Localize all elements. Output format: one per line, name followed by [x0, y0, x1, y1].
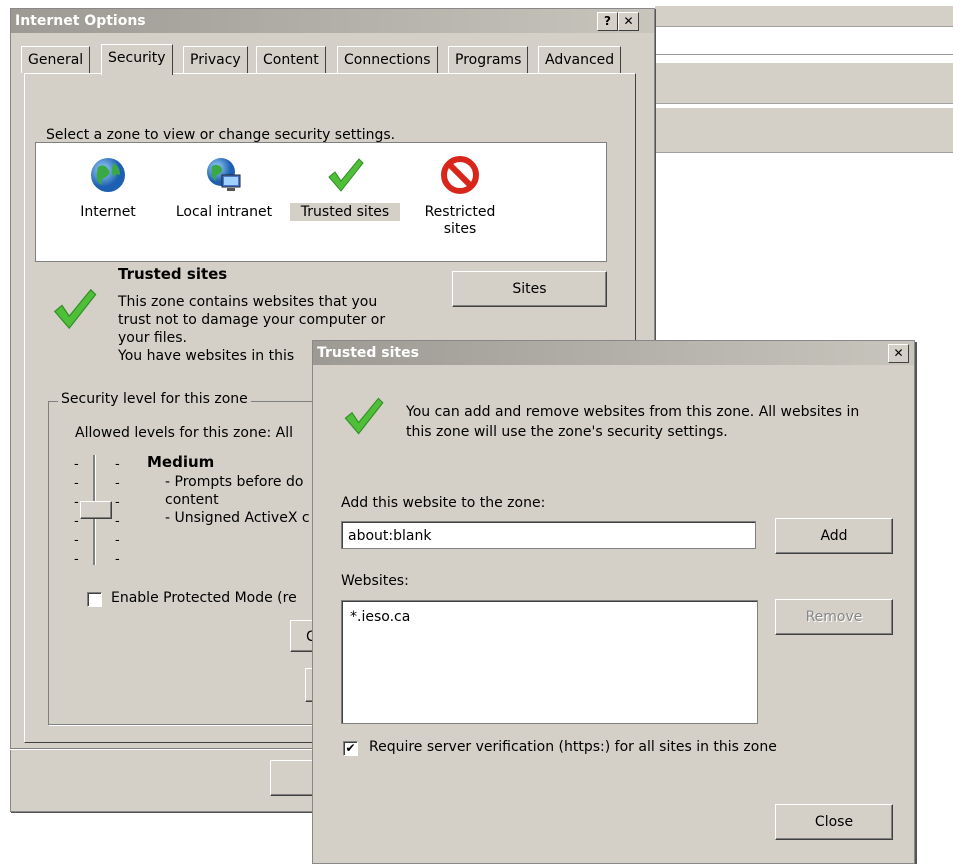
tab-security[interactable]: Security — [101, 44, 173, 75]
websites-list[interactable]: *.ieso.ca — [341, 600, 758, 724]
tab-label: Privacy — [190, 52, 241, 68]
security-level-legend: Security level for this zone — [58, 391, 251, 407]
zone-local-intranet[interactable]: Local intranet — [169, 155, 279, 221]
protected-mode-checkbox[interactable] — [87, 592, 102, 607]
level-description-line: - Unsigned ActiveX c — [165, 510, 310, 526]
zone-description-line: This zone contains websites that you — [118, 294, 378, 310]
add-website-input[interactable]: about:blank — [341, 521, 756, 549]
tab-label: Connections — [344, 52, 431, 68]
security-slider-thumb[interactable] — [80, 501, 112, 519]
info-text-line1: You can add and remove websites from thi… — [406, 404, 860, 420]
level-description-line: content — [165, 492, 219, 508]
sites-button[interactable]: Sites — [452, 271, 607, 307]
tab-label: Programs — [455, 52, 522, 68]
close-button[interactable]: ✕ — [888, 344, 909, 363]
zone-description-line: your files. — [118, 330, 187, 346]
zone-label: Restricted — [424, 204, 496, 220]
tab-privacy[interactable]: Privacy — [183, 46, 248, 73]
level-description-line: - Prompts before do — [165, 474, 304, 490]
require-https-label: Require server verification (https:) for… — [369, 739, 777, 755]
add-website-label: Add this website to the zone: — [341, 495, 546, 511]
tab-programs[interactable]: Programs — [448, 46, 529, 73]
zone-label: Internet — [80, 204, 136, 220]
tab-connections[interactable]: Connections — [337, 46, 438, 73]
zone-prompt: Select a zone to view or change security… — [46, 127, 396, 143]
zone-label-line2: sites — [443, 221, 477, 237]
checkmark-icon — [344, 397, 384, 435]
tab-label: Security — [108, 50, 166, 66]
internet-options-titlebar[interactable]: Internet Options ? ✕ — [11, 9, 654, 33]
tab-content[interactable]: Content — [256, 46, 326, 73]
zone-internet[interactable]: Internet — [68, 155, 148, 221]
trusted-sites-titlebar[interactable]: Trusted sites ✕ — [313, 341, 914, 365]
background-window-toolbar — [655, 6, 953, 27]
remove-button[interactable]: Remove — [775, 599, 893, 635]
dialog-separator — [10, 748, 320, 750]
tab-advanced[interactable]: Advanced — [538, 46, 622, 73]
tab-label: Content — [263, 52, 319, 68]
help-button[interactable]: ? — [597, 12, 618, 31]
checkmark-icon — [53, 288, 97, 330]
globe-icon — [91, 158, 125, 192]
close-button[interactable]: ✕ — [618, 12, 639, 31]
background-window-bar — [655, 62, 953, 104]
zone-label: Local intranet — [175, 204, 273, 220]
close-dialog-button[interactable]: Close — [775, 804, 893, 840]
intranet-icon — [207, 158, 241, 191]
selected-zone-title: Trusted sites — [118, 265, 228, 283]
zone-description-line: You have websites in this — [118, 348, 295, 364]
trusted-sites-dialog: Trusted sites ✕ You can add and remove w… — [312, 340, 915, 864]
protected-mode-label: Enable Protected Mode (re — [111, 590, 297, 606]
list-item[interactable]: *.ieso.ca — [350, 609, 410, 625]
tab-label: General — [28, 52, 84, 68]
zone-description-line: trust not to damage your computer or — [118, 312, 386, 328]
security-level-name: Medium — [147, 453, 215, 471]
prohibited-icon — [441, 156, 479, 194]
require-https-checkbox[interactable]: ✔ — [343, 741, 358, 756]
info-text-line2: this zone will use the zone's security s… — [406, 424, 728, 440]
dialog-title: Trusted sites — [317, 345, 419, 361]
tab-label: Advanced — [545, 52, 615, 68]
slider-ticks-right: ------ — [115, 457, 120, 567]
tab-general[interactable]: General — [21, 46, 91, 73]
websites-label: Websites: — [341, 573, 409, 589]
allowed-levels-label: Allowed levels for this zone: All — [75, 425, 293, 441]
zone-trusted-sites[interactable]: Trusted sites — [290, 155, 400, 221]
background-window-bar-2 — [655, 108, 953, 153]
add-button[interactable]: Add — [775, 518, 893, 554]
zone-label: Trusted sites — [290, 203, 400, 221]
zone-list: Internet Local intranet Trusted sites Re… — [35, 142, 607, 262]
slider-ticks-left: ------ — [74, 457, 79, 567]
checkmark-icon — [328, 158, 364, 192]
zone-restricted-sites[interactable]: Restricted sites — [412, 155, 508, 237]
dialog-title: Internet Options — [15, 13, 146, 29]
